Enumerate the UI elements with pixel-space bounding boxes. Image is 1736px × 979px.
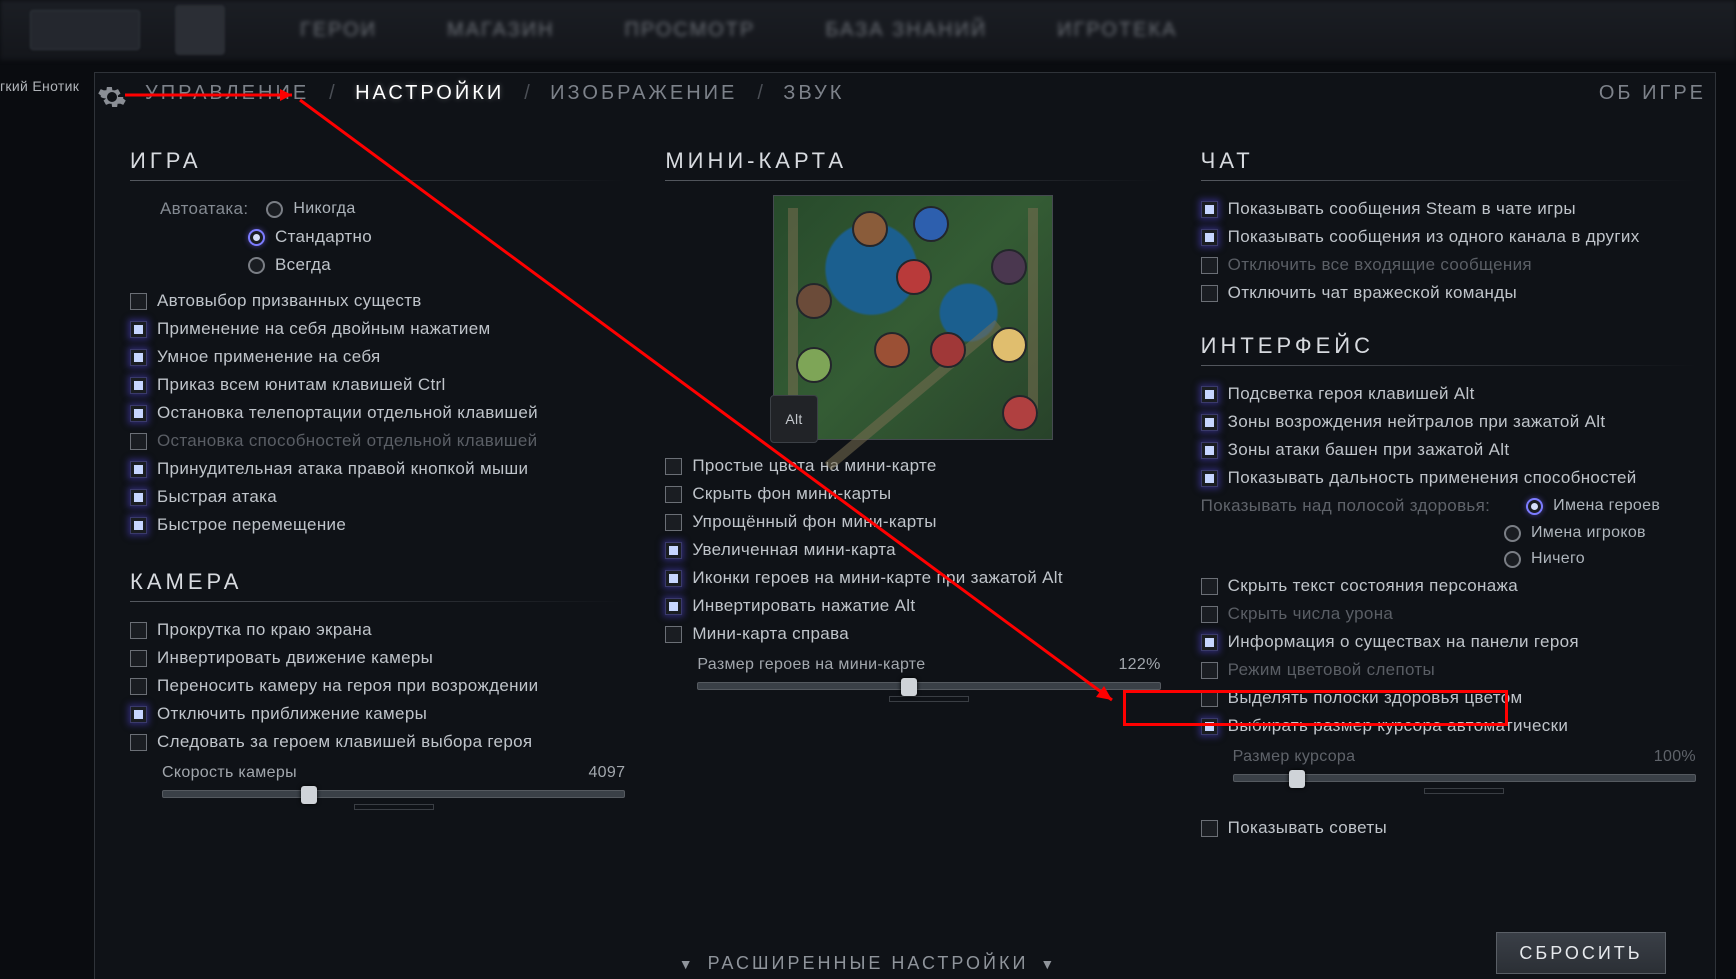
chk-auto-cursor[interactable]: [1201, 718, 1218, 735]
chk-neutral-spawn[interactable]: [1201, 414, 1218, 431]
chk-simple-bg[interactable]: [665, 514, 682, 531]
chk-show-tips[interactable]: [1201, 820, 1218, 837]
chk-disable-zoom[interactable]: [130, 706, 147, 723]
chk-mute-enemy[interactable]: [1201, 285, 1218, 302]
chk-map-right[interactable]: [665, 626, 682, 643]
section-camera-title: КАМЕРА: [130, 569, 625, 595]
radio-autoattack-standard[interactable]: [248, 229, 265, 246]
chk-channel-cross[interactable]: [1201, 229, 1218, 246]
user-tag: гкий Енотик: [0, 78, 79, 94]
chk-double-self[interactable]: [130, 321, 147, 338]
col-game-camera: ИГРА Автоатака: Никогда Стандартно Всегд…: [130, 130, 625, 979]
section-chat-title: ЧАТ: [1201, 148, 1696, 174]
col-minimap: МИНИ-КАРТА Alt Простые цвета на мини-кар: [665, 130, 1160, 979]
chk-alt-hero[interactable]: [1201, 386, 1218, 403]
tab-audio[interactable]: ЗВУК: [783, 82, 844, 105]
settings-tabs: УПРАВЛЕНИЕ / НАСТРОЙКИ / ИЗОБРАЖЕНИЕ / З…: [145, 82, 1716, 105]
chk-quick-attack[interactable]: [130, 489, 147, 506]
cursor-size-slider[interactable]: [1233, 774, 1696, 782]
chevron-down-icon: ▼: [679, 956, 696, 972]
chk-hide-dmg[interactable]: [1201, 606, 1218, 623]
chk-tp-stop[interactable]: [130, 405, 147, 422]
radio-hpbar-none[interactable]: [1504, 551, 1521, 568]
section-minimap-title: МИНИ-КАРТА: [665, 148, 1160, 174]
chk-simple-colors[interactable]: [665, 458, 682, 475]
hero-size-label: Размер героев на мини-карте: [697, 656, 925, 674]
chk-tower-range[interactable]: [1201, 442, 1218, 459]
radio-autoattack-always[interactable]: [248, 257, 265, 274]
chevron-down-icon: ▼: [1040, 956, 1057, 972]
hero-size-slider[interactable]: [697, 682, 1160, 690]
minimap-preview: Alt: [773, 195, 1053, 440]
chk-colorblind[interactable]: [1201, 662, 1218, 679]
autoattack-label: Автоатака:: [160, 199, 248, 219]
radio-autoattack-never[interactable]: [266, 201, 283, 218]
chk-edge-pan[interactable]: [130, 622, 147, 639]
cam-speed-label: Скорость камеры: [162, 764, 297, 782]
chk-ability-stop[interactable]: [130, 433, 147, 450]
advanced-settings-toggle[interactable]: ▼ РАСШИРЕННЫЕ НАСТРОЙКИ ▼: [679, 953, 1058, 974]
top-nav-blurred: ГЕРОИ МАГАЗИН ПРОСМОТР БАЗА ЗНАНИЙ ИГРОТ…: [0, 0, 1736, 60]
cursor-size-label: Размер курсора: [1233, 748, 1356, 766]
chk-ability-range[interactable]: [1201, 470, 1218, 487]
gear-icon: [95, 80, 129, 114]
alt-key-indicator: Alt: [770, 395, 818, 443]
cursor-size-value: 100%: [1654, 748, 1696, 766]
tab-controls[interactable]: УПРАВЛЕНИЕ: [145, 82, 309, 105]
chk-steam-chat[interactable]: [1201, 201, 1218, 218]
col-chat-interface: ЧАТ Показывать сообщения Steam в чате иг…: [1201, 130, 1696, 979]
back-button-blurred: [30, 10, 140, 50]
chk-invert-alt[interactable]: [665, 598, 682, 615]
chk-hide-bg[interactable]: [665, 486, 682, 503]
chk-hide-status[interactable]: [1201, 578, 1218, 595]
tab-settings[interactable]: НАСТРОЙКИ: [355, 82, 504, 105]
chk-alt-icons[interactable]: [665, 570, 682, 587]
radio-hpbar-players[interactable]: [1504, 525, 1521, 542]
chk-mute-all[interactable]: [1201, 257, 1218, 274]
chk-smart-self[interactable]: [130, 349, 147, 366]
chk-large-map[interactable]: [665, 542, 682, 559]
section-game-title: ИГРА: [130, 148, 625, 174]
chk-respawn-cam[interactable]: [130, 678, 147, 695]
section-interface-title: ИНТЕРФЕЙС: [1201, 333, 1696, 359]
hero-size-value: 122%: [1118, 656, 1160, 674]
tab-video[interactable]: ИЗОБРАЖЕНИЕ: [550, 82, 737, 105]
game-logo-blurred: [175, 5, 225, 55]
chk-ctrl-all[interactable]: [130, 377, 147, 394]
chk-quick-move[interactable]: [130, 517, 147, 534]
radio-hpbar-heroes[interactable]: [1526, 498, 1543, 515]
chk-color-hp[interactable]: [1201, 690, 1218, 707]
chk-rmb-attack[interactable]: [130, 461, 147, 478]
chk-invert-cam[interactable]: [130, 650, 147, 667]
tab-about[interactable]: ОБ ИГРЕ: [1599, 82, 1706, 105]
chk-follow-hero[interactable]: [130, 734, 147, 751]
reset-button[interactable]: СБРОСИТЬ: [1496, 932, 1666, 974]
cam-speed-value: 4097: [588, 764, 625, 782]
cam-speed-slider[interactable]: [162, 790, 625, 798]
chk-creature-panel[interactable]: [1201, 634, 1218, 651]
hpbar-label: Показывать над полосой здоровья:: [1201, 496, 1491, 516]
chk-auto-select[interactable]: [130, 293, 147, 310]
